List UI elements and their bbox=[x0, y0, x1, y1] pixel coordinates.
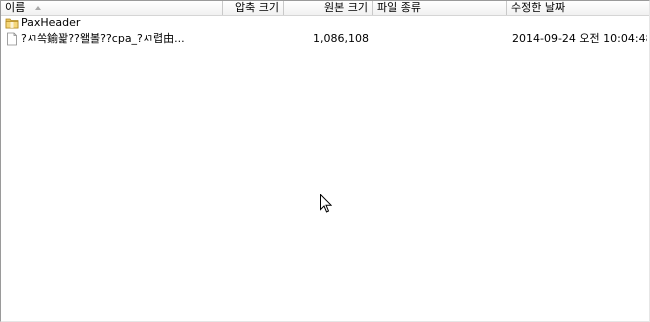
file-icon bbox=[5, 32, 19, 46]
list-item[interactable]: PaxHeader bbox=[1, 15, 649, 31]
column-header-modified[interactable]: 수정한 날짜 bbox=[507, 1, 649, 15]
column-header-packed-size-label: 압축 크기 bbox=[235, 1, 279, 14]
list-item-name: ?ㅺ쏙鍮꽕??왤볼??cpa_?ㅺ렵由... bbox=[21, 32, 185, 45]
sort-ascending-icon bbox=[35, 6, 41, 10]
file-list-window: 이름 압축 크기 원본 크기 파일 종류 수정한 날짜 PaxHeader ?ㅺ… bbox=[0, 0, 650, 322]
list-item-name: PaxHeader bbox=[21, 16, 81, 29]
list-item-size bbox=[284, 15, 369, 31]
column-header-modified-label: 수정한 날짜 bbox=[511, 1, 566, 14]
list-item[interactable]: ?ㅺ쏙鍮꽕??왤볼??cpa_?ㅺ렵由... 1,086,108 2014-09… bbox=[1, 31, 649, 47]
column-header-file-type[interactable]: 파일 종류 bbox=[373, 1, 507, 15]
column-header-name[interactable]: 이름 bbox=[1, 1, 223, 15]
mouse-pointer-icon bbox=[320, 193, 333, 213]
list-item-modified: 2014-09-24 오전 10:04:48 bbox=[512, 32, 647, 45]
column-header-file-type-label: 파일 종류 bbox=[377, 1, 421, 14]
folder-icon bbox=[5, 16, 19, 30]
column-header-packed-size[interactable]: 압축 크기 bbox=[223, 1, 284, 15]
column-header-name-label: 이름 bbox=[5, 1, 26, 14]
column-header-original-size-label: 원본 크기 bbox=[324, 1, 368, 14]
list-item-size: 1,086,108 bbox=[313, 32, 369, 45]
column-header-original-size[interactable]: 원본 크기 bbox=[284, 1, 373, 15]
list-item-modified bbox=[512, 15, 647, 31]
column-header-bar: 이름 압축 크기 원본 크기 파일 종류 수정한 날짜 bbox=[1, 1, 649, 16]
